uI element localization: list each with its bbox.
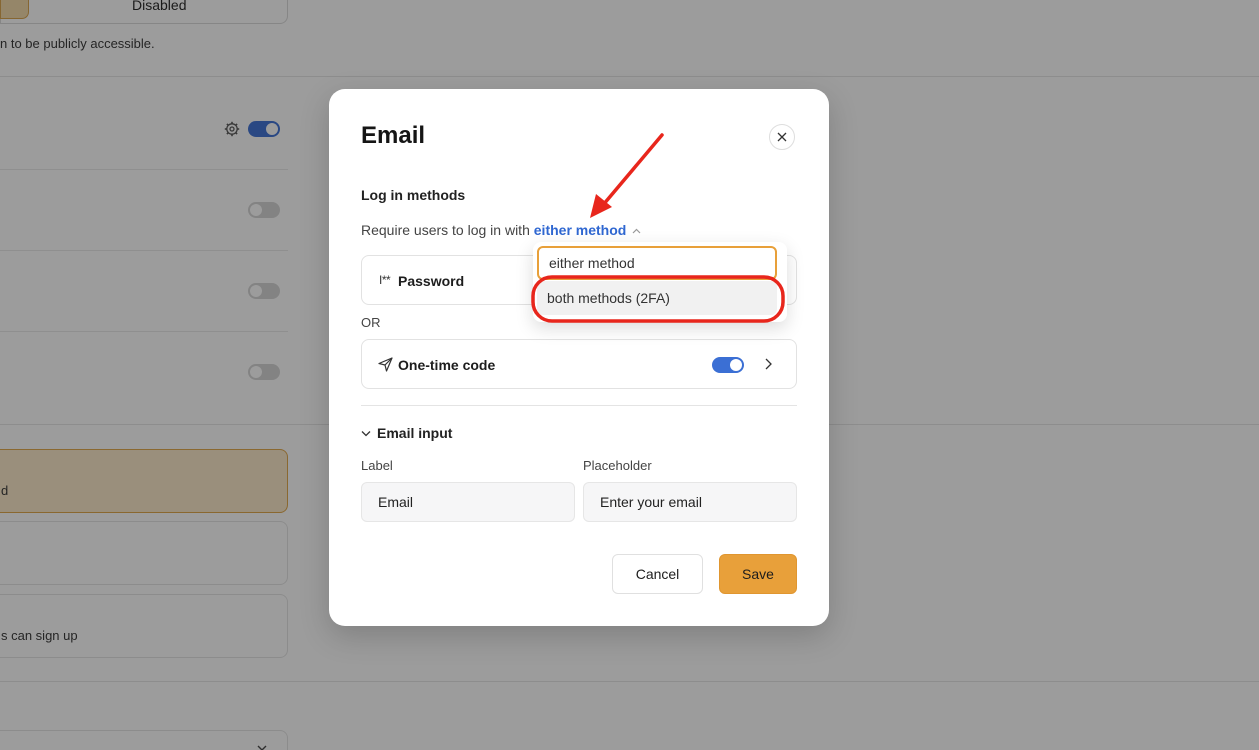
chevron-down-icon	[361, 430, 371, 436]
close-button[interactable]	[769, 124, 795, 150]
save-button[interactable]: Save	[719, 554, 797, 594]
email-input-section-toggle[interactable]: Email input	[361, 425, 452, 441]
toggle-knob	[730, 359, 742, 371]
one-time-code-toggle[interactable]	[712, 357, 744, 373]
login-methods-label: Log in methods	[361, 187, 466, 203]
chevron-right-icon[interactable]	[764, 358, 772, 370]
chevron-up-icon[interactable]	[632, 228, 641, 234]
one-time-code-card[interactable]: One-time code	[361, 339, 797, 389]
placeholder-field[interactable]	[583, 482, 797, 522]
one-time-code-label: One-time code	[398, 357, 496, 373]
send-icon	[378, 357, 393, 372]
modal-title: Email	[361, 122, 426, 149]
method-dropdown-trigger[interactable]: either method	[534, 222, 627, 238]
require-prefix: Require users to log in with	[361, 222, 530, 238]
option-both-methods-2fa[interactable]: both methods (2FA)	[537, 281, 777, 315]
require-method-line: Require users to log in with either meth…	[361, 222, 641, 238]
email-settings-modal: Email Log in methods Require users to lo…	[329, 89, 829, 626]
close-icon	[777, 132, 787, 142]
placeholder-field-label: Placeholder	[583, 458, 652, 473]
modal-divider	[361, 405, 797, 406]
label-field-label: Label	[361, 458, 393, 473]
login-method-dropdown: either method both methods (2FA)	[533, 242, 787, 322]
email-input-section-title: Email input	[377, 425, 453, 441]
or-separator: OR	[361, 315, 381, 330]
password-icon: I**	[379, 273, 391, 287]
option-either-method[interactable]: either method	[537, 246, 777, 280]
label-field[interactable]	[361, 482, 575, 522]
password-label: Password	[398, 273, 465, 289]
cancel-button[interactable]: Cancel	[612, 554, 703, 594]
